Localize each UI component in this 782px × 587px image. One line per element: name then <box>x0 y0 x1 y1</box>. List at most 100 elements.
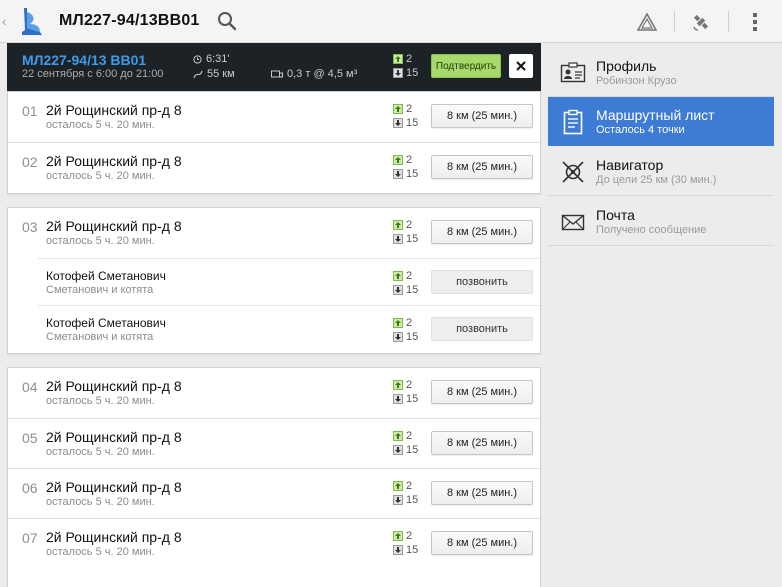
stop-group-3: 04 2й Рощинский пр-д 8 осталось 5 ч. 20 … <box>7 367 541 587</box>
distance-button[interactable]: 8 км (25 мин.) <box>431 380 533 404</box>
stop-counts: 2 15 <box>393 479 418 507</box>
distance-button[interactable]: 8 км (25 мин.) <box>431 431 533 455</box>
distance-button[interactable]: 8 км (25 мин.) <box>431 481 533 505</box>
stop-counts: 2 15 <box>393 102 418 130</box>
stop-row[interactable]: 05 2й Рощинский пр-д 8 осталось 5 ч. 20 … <box>8 418 540 468</box>
app-title: МЛ227-94/13BB01 <box>59 12 200 29</box>
route-header: МЛ227-94/13 BB01 22 сентября с 6:00 до 2… <box>7 43 541 91</box>
stop-counts: 2 15 <box>393 429 418 457</box>
stop-remaining: осталось 5 ч. 20 мин. <box>46 546 155 558</box>
distance-button[interactable]: 8 км (25 мин.) <box>431 220 533 244</box>
unload-icon <box>393 445 403 455</box>
stop-row[interactable]: 02 2й Рощинский пр-д 8 осталось 5 ч. 20 … <box>8 142 540 192</box>
warning-button[interactable] <box>620 0 674 43</box>
stop-remaining: осталось 5 ч. 20 мин. <box>46 496 155 508</box>
contact-name: Котофей Сметанович <box>46 269 166 283</box>
stop-row[interactable]: 01 2й Рощинский пр-д 8 осталось 5 ч. 20 … <box>8 92 540 142</box>
distance-button[interactable]: 8 км (25 мин.) <box>431 531 533 555</box>
satellite-icon <box>693 14 709 31</box>
stop-remaining: осталось 5 ч. 20 мин. <box>46 119 155 131</box>
stop-row[interactable]: 06 2й Рощинский пр-д 8 осталось 5 ч. 20 … <box>8 468 540 518</box>
route-time: 6:31' <box>193 53 230 65</box>
satellite-button[interactable] <box>674 0 728 43</box>
load-icon <box>393 220 403 230</box>
route-cargo: 0,3 т @ 4,5 м³ <box>271 68 357 80</box>
load-icon <box>393 155 403 165</box>
stop-address: 2й Рощинский пр-д 8 <box>46 153 182 169</box>
stop-address: 2й Рощинский пр-д 8 <box>46 102 182 118</box>
clipboard-icon <box>563 109 583 135</box>
nav-item-mail[interactable]: Почта Получено сообщение <box>548 197 774 246</box>
route-icon <box>193 70 203 78</box>
load-icon <box>393 318 403 328</box>
distance-button[interactable]: 8 км (25 мин.) <box>431 155 533 179</box>
search-icon[interactable] <box>216 10 238 32</box>
unload-icon <box>393 68 403 78</box>
unload-icon <box>393 495 403 505</box>
action-bar: ‹ МЛ227-94/13BB01 <box>0 0 782 43</box>
call-button[interactable]: позвонить <box>431 270 533 294</box>
close-button[interactable] <box>509 54 533 78</box>
contact-name: Котофей Сметанович <box>46 316 166 330</box>
load-icon <box>393 531 403 541</box>
stop-address: 2й Рощинский пр-д 8 <box>46 479 182 495</box>
unload-icon <box>393 234 403 244</box>
truck-icon <box>271 70 283 77</box>
contact-org: Сметанович и котята <box>46 284 154 296</box>
load-icon <box>393 104 403 114</box>
stop-row[interactable]: 03 2й Рощинский пр-д 8 осталось 5 ч. 20 … <box>8 208 540 258</box>
route-number: МЛ227-94/13 BB01 <box>22 52 147 68</box>
stop-group-1: 01 2й Рощинский пр-д 8 осталось 5 ч. 20 … <box>7 91 541 194</box>
id-card-icon <box>560 62 586 83</box>
overflow-menu-button[interactable] <box>728 0 782 43</box>
stop-counts: 2 15 <box>393 378 418 406</box>
overflow-menu-icon <box>753 12 757 31</box>
stop-address: 2й Рощинский пр-д 8 <box>46 529 182 545</box>
stop-address: 2й Рощинский пр-д 8 <box>46 378 182 394</box>
load-icon <box>393 431 403 441</box>
app-logo-icon[interactable] <box>18 6 46 36</box>
route-list-panel: МЛ227-94/13 BB01 22 сентября с 6:00 до 2… <box>0 43 548 587</box>
nav-item-navigator[interactable]: Навигатор До цели 25 км (30 мин.) <box>548 147 774 196</box>
stop-counts: 2 15 <box>393 218 418 246</box>
unload-icon <box>393 394 403 404</box>
load-icon <box>393 54 403 64</box>
contact-row[interactable]: Котофей Сметанович Сметанович и котята 2… <box>38 258 540 305</box>
unload-icon <box>393 332 403 342</box>
contact-org: Сметанович и котята <box>46 331 154 343</box>
route-date: 22 сентября с 6:00 до 21:00 <box>22 68 164 80</box>
stop-row[interactable]: 04 2й Рощинский пр-д 8 осталось 5 ч. 20 … <box>8 368 540 418</box>
contact-counts: 2 15 <box>393 316 418 344</box>
stop-counts: 2 15 <box>393 529 418 557</box>
close-icon <box>516 61 526 71</box>
stop-group-2: 03 2й Рощинский пр-д 8 осталось 5 ч. 20 … <box>7 207 541 354</box>
nav-item-profile[interactable]: Профиль Робинзон Крузо <box>548 48 774 97</box>
nav-item-route-sheet[interactable]: Маршрутный лист Осталось 4 точки <box>548 97 774 146</box>
contact-counts: 2 15 <box>393 269 418 297</box>
side-navigation: Профиль Робинзон Крузо Маршрутный лист О… <box>548 43 782 587</box>
stop-remaining: осталось 5 ч. 20 мин. <box>46 235 155 247</box>
stop-row[interactable]: 07 2й Рощинский пр-д 8 осталось 5 ч. 20 … <box>8 518 540 568</box>
unload-icon <box>393 285 403 295</box>
envelope-icon <box>561 214 585 231</box>
stop-remaining: осталось 5 ч. 20 мин. <box>46 446 155 458</box>
route-counts: 2 15 <box>393 52 418 80</box>
stop-address: 2й Рощинский пр-д 8 <box>46 429 182 445</box>
distance-button[interactable]: 8 км (25 мин.) <box>431 104 533 128</box>
load-icon <box>393 380 403 390</box>
confirm-button[interactable]: Подтвердить <box>431 54 501 78</box>
compass-icon <box>562 161 584 183</box>
warning-triangle-icon <box>637 12 657 31</box>
up-caret-icon[interactable]: ‹ <box>2 14 12 29</box>
contact-row[interactable]: Котофей Сметанович Сметанович и котята 2… <box>38 305 540 352</box>
unload-icon <box>393 169 403 179</box>
stop-remaining: осталось 5 ч. 20 мин. <box>46 170 155 182</box>
route-distance: 55 км <box>193 68 235 80</box>
unload-icon <box>393 118 403 128</box>
load-icon <box>393 481 403 491</box>
load-icon <box>393 271 403 281</box>
call-button[interactable]: позвонить <box>431 317 533 341</box>
clock-icon <box>193 54 202 64</box>
stop-remaining: осталось 5 ч. 20 мин. <box>46 395 155 407</box>
unload-icon <box>393 545 403 555</box>
